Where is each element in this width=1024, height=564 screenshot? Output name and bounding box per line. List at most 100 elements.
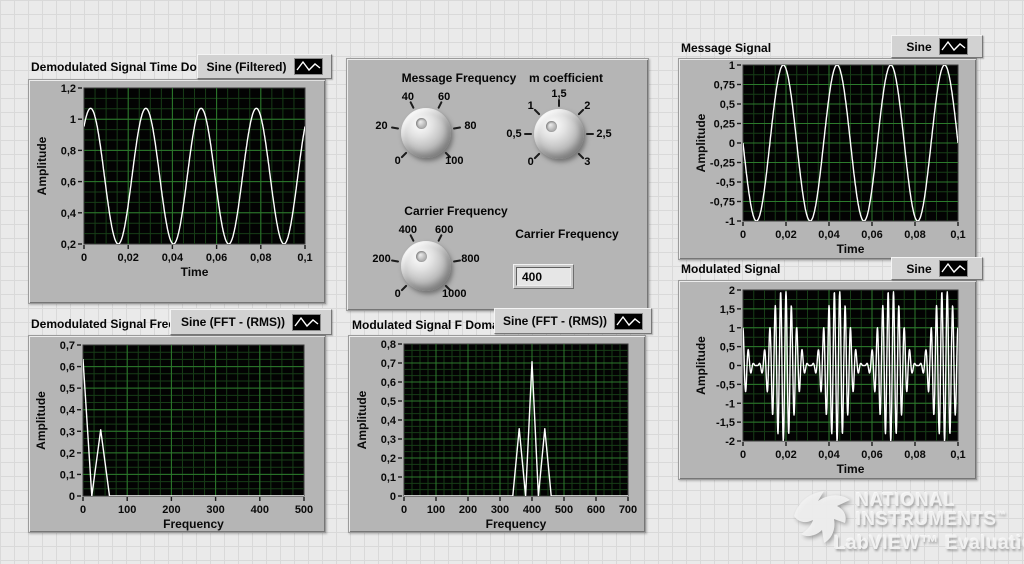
ni-brand-line2: INSTRUMENTS™: [856, 509, 1007, 529]
svg-text:-0,75: -0,75: [710, 197, 735, 209]
svg-text:0,4: 0,4: [61, 208, 77, 220]
knob-tick: [400, 151, 408, 159]
svg-text:Amplitude: Amplitude: [694, 336, 708, 395]
legend-demodulated-frequency-domain[interactable]: Sine (FFT - (RMS)): [170, 309, 332, 335]
knob-scale-label: 400: [398, 224, 418, 237]
legend-label: Sine (FFT - (RMS)): [503, 314, 607, 328]
knob-scale-label: 2,5: [596, 128, 612, 140]
knob-scale-label: 1,5: [551, 88, 567, 100]
svg-text:0,04: 0,04: [818, 229, 840, 241]
m-coefficient-knob[interactable]: 0 0,5 1 1,5 2 2,5 3: [474, 72, 644, 196]
svg-text:200: 200: [162, 504, 180, 516]
svg-text:0,1: 0,1: [950, 449, 965, 461]
title-demodulated-time-domain: Demodulated Signal Time Domain: [31, 60, 225, 74]
svg-text:-1: -1: [725, 216, 735, 228]
legend-message-signal[interactable]: Sine: [891, 35, 983, 58]
svg-text:700: 700: [619, 504, 637, 516]
legend-label: Sine (Filtered): [206, 59, 287, 74]
svg-text:0: 0: [729, 138, 735, 150]
carrier-frequency-knob[interactable]: 0 200 400 600 800 1000: [341, 204, 511, 328]
svg-text:0,4: 0,4: [60, 405, 76, 417]
svg-text:Amplitude: Amplitude: [694, 113, 708, 172]
svg-text:200: 200: [459, 504, 477, 516]
svg-text:0,3: 0,3: [60, 426, 75, 438]
knob-tick: [558, 99, 560, 107]
svg-text:100: 100: [118, 504, 136, 516]
svg-text:0,04: 0,04: [818, 449, 840, 461]
svg-text:0,1: 0,1: [950, 229, 965, 241]
svg-text:Amplitude: Amplitude: [34, 391, 48, 450]
svg-text:0,06: 0,06: [206, 252, 227, 264]
svg-text:0,08: 0,08: [250, 252, 271, 264]
svg-text:400: 400: [523, 504, 541, 516]
svg-text:0,5: 0,5: [720, 99, 735, 111]
knob-scale-label: 1: [527, 99, 534, 112]
svg-text:-2: -2: [725, 436, 735, 448]
svg-text:100: 100: [427, 504, 445, 516]
svg-text:-0,5: -0,5: [716, 177, 735, 189]
carrier-frequency-display-label: Carrier Frequency: [515, 227, 619, 241]
svg-text:0,8: 0,8: [381, 339, 396, 351]
knob-tick: [524, 133, 532, 135]
svg-text:-1,5: -1,5: [716, 417, 735, 429]
ni-product-line: LabVIEW™ Evaluation: [834, 533, 1024, 554]
chart-demodulated-frequency-domain: 0 100 200 300 400 500 0 0,1 0,2 0,3 0,4 0,5 0,6 0,7 Fr…: [28, 335, 326, 533]
knob-scale-label: 0,5: [506, 128, 522, 140]
carrier-frequency-knob-ball[interactable]: [401, 241, 451, 291]
svg-text:Frequency: Frequency: [486, 517, 547, 531]
svg-text:1,5: 1,5: [720, 304, 735, 316]
svg-text:0,6: 0,6: [60, 362, 75, 374]
svg-text:0,6: 0,6: [61, 177, 76, 189]
svg-text:400: 400: [251, 504, 269, 516]
svg-text:0: 0: [69, 491, 75, 503]
waveform-graph: 0 100 200 300 400 500 0 0,1 0,2 0,3 0,4 0,5 0,6 0,7 Fr…: [34, 340, 313, 531]
svg-text:0,2: 0,2: [61, 239, 76, 251]
svg-text:0: 0: [729, 361, 735, 373]
chart-demodulated-time-domain: 0 0,02 0,04 0,06 0,08 0,1 0,2 0,4 0,6 0,8 1 1,2 Time…: [28, 79, 326, 304]
legend-label: Sine: [906, 261, 932, 276]
legend-demodulated-time-domain[interactable]: Sine (Filtered): [197, 54, 332, 79]
svg-text:500: 500: [295, 504, 313, 516]
svg-text:1,2: 1,2: [61, 83, 76, 95]
svg-text:Frequency: Frequency: [163, 517, 224, 531]
svg-text:600: 600: [587, 504, 605, 516]
waveform-graph: 0 0,02 0,04 0,06 0,08 0,1 0,2 0,4 0,6 0,8 1 1,2 Time…: [35, 83, 313, 279]
knob-scale-label: 3: [584, 156, 591, 169]
carrier-frequency-numeric[interactable]: 400: [513, 264, 574, 289]
waveform-graph: 0 0,02 0,04 0,06 0,08 0,1 -2 -1,5 -1 -0,5 0 0,5 1 1,5…: [694, 285, 966, 476]
svg-text:Time: Time: [837, 242, 865, 256]
title-message-signal: Message Signal: [681, 41, 772, 55]
waveform-graph: 0 100 200 300 400 500 600 700 0 0,1 0,2 0,3 0,4 0,5 0,…: [355, 339, 637, 531]
svg-text:0: 0: [81, 252, 87, 264]
svg-text:0,75: 0,75: [714, 80, 735, 92]
chart-modulated-f-domain: 0 100 200 300 400 500 600 700 0 0,1 0,2 0,3 0,4 0,5 0,…: [348, 335, 646, 533]
svg-text:0: 0: [80, 504, 86, 516]
svg-text:0,02: 0,02: [775, 449, 796, 461]
control-panel: Message Frequency m coefficient Carrier …: [346, 58, 649, 311]
message-frequency-knob-ball[interactable]: [401, 108, 451, 158]
knob-scale-label: 60: [438, 91, 451, 104]
svg-text:0,2: 0,2: [381, 453, 396, 465]
labview-front-panel: { "theme": { "window_bg": "#eaeaea", "pa…: [0, 0, 1024, 556]
legend-modulated-f-domain[interactable]: Sine (FFT - (RMS)): [494, 308, 652, 334]
m-coefficient-knob-ball[interactable]: [534, 109, 584, 159]
waveform-line-icon: [293, 58, 323, 75]
knob-scale-label: 0: [394, 288, 401, 301]
title-modulated-signal: Modulated Signal: [681, 262, 781, 276]
carrier-frequency-value[interactable]: 400: [516, 267, 571, 286]
svg-text:0: 0: [401, 504, 407, 516]
chart-modulated-signal: 0 0,02 0,04 0,06 0,08 0,1 -2 -1,5 -1 -0,5 0 0,5 1 1,5…: [678, 280, 977, 480]
ni-brand-line1: NATIONAL: [856, 490, 956, 510]
knob-tick: [533, 108, 541, 116]
knob-indicator-dot: [415, 250, 427, 262]
svg-text:Time: Time: [837, 462, 865, 476]
chart-message-signal: 0 0,02 0,04 0,06 0,08 0,1 -1 -0,75 -0,5 -0,25 0 0,2…: [678, 58, 977, 260]
svg-text:0,06: 0,06: [861, 449, 882, 461]
legend-modulated-signal[interactable]: Sine: [891, 257, 983, 280]
knob-tick: [400, 284, 408, 292]
svg-text:0,02: 0,02: [775, 229, 796, 241]
svg-text:2: 2: [729, 285, 735, 297]
svg-text:0,1: 0,1: [60, 469, 75, 481]
svg-text:1: 1: [729, 60, 735, 72]
svg-text:0,8: 0,8: [61, 145, 76, 157]
